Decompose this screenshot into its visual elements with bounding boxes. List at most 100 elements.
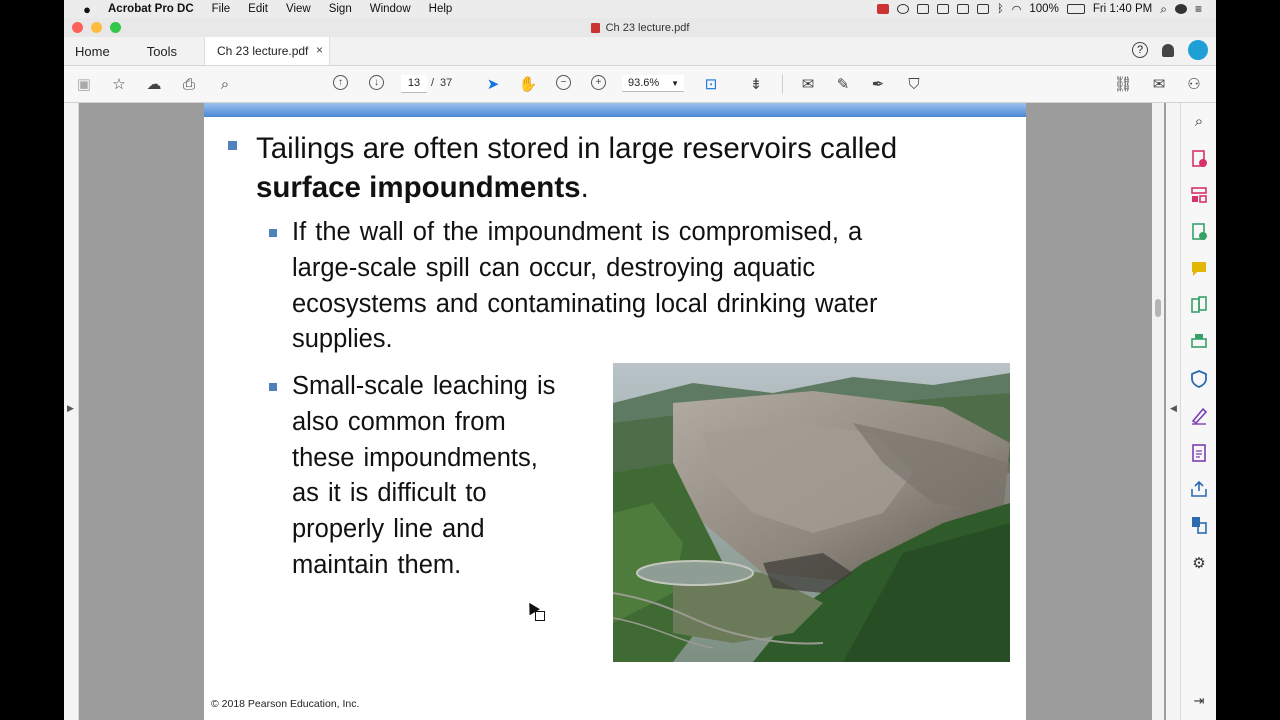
previous-page-icon[interactable]: ↑ <box>333 75 348 90</box>
tools-rail: ⌕ ⚙ ⇥ <box>1180 103 1216 720</box>
zoom-level-value: 93.6% <box>628 77 660 89</box>
menu-help[interactable]: Help <box>429 3 453 15</box>
draw-sign-icon[interactable]: ✒ <box>868 74 888 94</box>
help-icon[interactable]: ? <box>1132 42 1148 58</box>
upload-cloud-icon[interactable]: ☁ <box>144 74 164 94</box>
print-production-icon[interactable] <box>1190 333 1208 351</box>
user-status-icon[interactable] <box>1174 4 1187 14</box>
document-tab[interactable]: Ch 23 lecture.pdf × <box>204 37 330 65</box>
document-viewport[interactable]: ▶ Tailings are often stored in large res… <box>64 103 1216 720</box>
slide-title-band <box>204 103 1026 117</box>
close-window-button[interactable] <box>72 22 83 33</box>
send-for-signature-icon[interactable] <box>1190 516 1208 534</box>
share-link-icon[interactable]: ⛓ <box>1113 74 1133 94</box>
email-icon[interactable]: ✉ <box>1149 74 1169 94</box>
next-page-icon[interactable]: ↓ <box>369 75 384 90</box>
bullet-main: Tailings are often stored in large reser… <box>256 129 1006 207</box>
create-pdf-icon[interactable] <box>1190 150 1208 168</box>
menu-app-name[interactable]: Acrobat Pro DC <box>108 3 194 15</box>
notification-center-icon[interactable]: ≡ <box>1195 2 1202 16</box>
sub-bullet-1-line: ecosystems and contaminating local drink… <box>292 289 878 318</box>
sub-bullet-2-line: Small-scale leaching is <box>292 372 556 400</box>
menubar-status-area: ᛒ ◠ 100% Fri 1:40 PM ⌕ ≡ <box>877 2 1216 17</box>
zoom-search-icon[interactable]: ⌕ <box>215 74 235 94</box>
copyright-notice: © 2018 Pearson Education, Inc. <box>211 698 360 710</box>
tab-tools[interactable]: Tools <box>147 44 177 59</box>
screen-status-icon[interactable] <box>937 4 950 14</box>
sub-bullet-2-line: maintain them. <box>292 550 462 579</box>
pdf-page: Tailings are often stored in large reser… <box>204 103 1026 720</box>
wifi-icon[interactable]: ◠ <box>1012 3 1022 16</box>
toolbar-divider <box>782 74 783 94</box>
sub-bullet-2-line: properly line and <box>292 515 485 544</box>
sync-status-icon[interactable] <box>897 4 910 14</box>
export-pdf-icon[interactable] <box>1190 444 1208 462</box>
calendar-status-icon[interactable] <box>977 4 990 14</box>
right-pane-toggle-strip[interactable]: ◀ <box>1166 103 1180 720</box>
add-user-icon[interactable]: ⚇ <box>1184 74 1204 94</box>
current-page-input[interactable]: 13 <box>401 75 427 93</box>
left-panel-toggle-strip[interactable]: ▶ <box>64 103 79 720</box>
collapse-rail-icon[interactable]: ⇥ <box>1190 692 1208 710</box>
window-title: Ch 23 lecture.pdf <box>605 21 690 34</box>
scroll-mode-icon[interactable]: ⇟ <box>746 74 766 94</box>
zoom-in-icon[interactable]: + <box>591 75 606 90</box>
fit-page-icon[interactable]: ⊡ <box>701 74 721 94</box>
menubar-clock[interactable]: Fri 1:40 PM <box>1093 3 1152 15</box>
window-titlebar: Ch 23 lecture.pdf <box>64 18 1216 37</box>
zoom-level-select[interactable]: 93.6% ▼ <box>622 75 684 92</box>
sub-bullet-2: Small-scale leaching is also common from… <box>292 369 612 584</box>
menu-edit[interactable]: Edit <box>248 3 268 15</box>
apple-menu-icon[interactable]: ● <box>80 2 94 17</box>
comment-icon[interactable]: ✉ <box>798 74 818 94</box>
sub-bullet-2-line: as it is difficult to <box>292 479 487 508</box>
drive-status-icon[interactable] <box>917 4 930 14</box>
collapse-right-pane-icon[interactable]: ◀ <box>1170 403 1177 414</box>
bookmark-star-icon[interactable]: ☆ <box>109 74 129 94</box>
minimize-window-button[interactable] <box>91 22 102 33</box>
impoundment-photo <box>613 363 1010 662</box>
save-icon[interactable]: ▣ <box>74 74 94 94</box>
edit-pdf-icon[interactable] <box>1190 223 1208 241</box>
bullet-marker <box>228 141 237 150</box>
more-tools-wrench-icon[interactable]: ⚙ <box>1190 554 1208 572</box>
airplay-icon[interactable] <box>957 4 970 14</box>
fill-sign-icon[interactable] <box>1190 407 1208 425</box>
bullet-main-text: Tailings are often stored in large reser… <box>256 132 898 165</box>
menu-file[interactable]: File <box>212 3 231 15</box>
print-icon[interactable]: ⎙ <box>179 74 199 94</box>
close-tab-icon[interactable]: × <box>316 43 323 57</box>
document-tab-label: Ch 23 lecture.pdf <box>217 44 309 58</box>
vertical-scrollbar[interactable] <box>1152 103 1164 720</box>
battery-icon[interactable] <box>1066 4 1085 14</box>
record-status-icon[interactable] <box>877 4 890 14</box>
comment-tool-icon[interactable] <box>1190 260 1208 278</box>
sub-bullet-1: If the wall of the impoundment is compro… <box>292 215 992 358</box>
acrobat-window: ● Acrobat Pro DC File Edit View Sign Win… <box>64 0 1216 720</box>
tab-home[interactable]: Home <box>75 44 110 59</box>
scrollbar-thumb[interactable] <box>1155 299 1161 317</box>
menu-sign[interactable]: Sign <box>329 3 352 15</box>
select-cursor-icon[interactable]: ➤ <box>483 74 503 94</box>
sub-bullet-2-line: also common from <box>292 407 506 436</box>
menu-window[interactable]: Window <box>370 3 411 15</box>
user-avatar[interactable] <box>1188 40 1208 60</box>
zoom-window-button[interactable] <box>110 22 121 33</box>
organize-pages-icon[interactable] <box>1190 186 1208 204</box>
sub-bullet-1-line: If the wall of the impoundment is compro… <box>292 218 863 246</box>
hand-tool-icon[interactable]: ✋ <box>518 74 538 94</box>
menu-view[interactable]: View <box>286 3 311 15</box>
enhance-scan-icon[interactable]: ⌕ <box>1190 112 1208 130</box>
tab-bar: Home Tools Ch 23 lecture.pdf × ? <box>64 37 1216 66</box>
protect-shield-icon[interactable] <box>1190 370 1208 388</box>
spotlight-search-icon[interactable]: ⌕ <box>1160 2 1167 17</box>
bluetooth-icon[interactable]: ᛒ <box>997 3 1004 15</box>
zoom-out-icon[interactable]: − <box>556 75 571 90</box>
stamp-tool-icon[interactable]: ⛉ <box>904 74 924 94</box>
sub-bullet-1-line: large-scale spill can occur, destroying … <box>292 253 816 282</box>
send-share-icon[interactable] <box>1190 480 1208 498</box>
highlight-pen-icon[interactable]: ✎ <box>833 74 853 94</box>
expand-left-panel-icon[interactable]: ▶ <box>67 403 74 414</box>
notifications-bell-icon[interactable] <box>1162 43 1174 57</box>
compare-files-icon[interactable] <box>1190 296 1208 314</box>
